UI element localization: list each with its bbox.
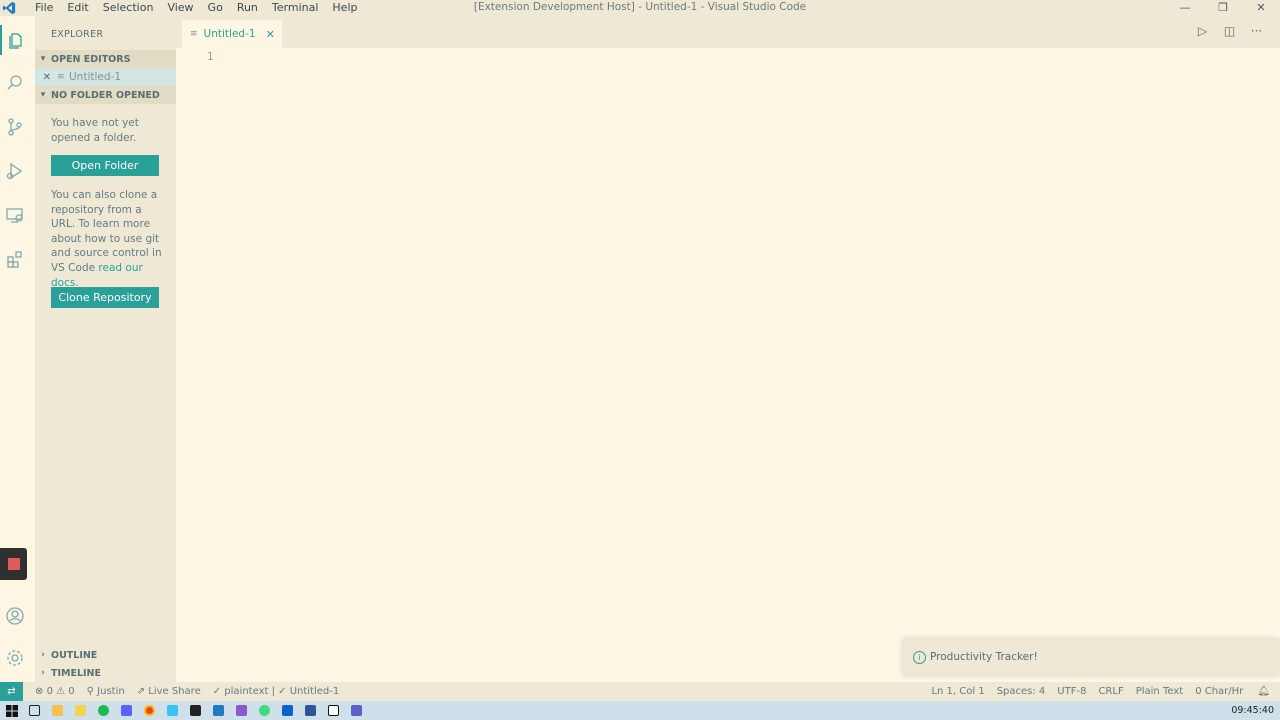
open-editor-filename: Untitled-1	[69, 71, 122, 83]
menu-go[interactable]: Go	[201, 0, 230, 16]
notification-bell-icon[interactable]: 🔔︎	[1257, 686, 1270, 697]
word-icon[interactable]	[299, 701, 322, 720]
run-debug-icon[interactable]	[0, 156, 30, 186]
explorer-sidebar: EXPLORER ▾ OPEN EDITORS ✕ ≡ Untitled-1 ▾…	[35, 16, 176, 682]
title-bar: File Edit Selection View Go Run Terminal…	[0, 0, 1280, 16]
editor-tab-bar: ≡ Untitled-1 ✕ ▷ ◫ ···	[176, 16, 1280, 48]
file-lines-icon: ≡	[190, 29, 198, 39]
chevron-right-icon: ›	[41, 650, 45, 660]
warning-count: 0	[68, 686, 75, 697]
run-icon[interactable]: ▷	[1189, 24, 1216, 38]
minimize-button[interactable]: —	[1166, 0, 1204, 16]
end-of-line[interactable]: CRLF	[1098, 686, 1123, 697]
visual-studio-icon[interactable]	[230, 701, 253, 720]
teams-icon[interactable]	[345, 701, 368, 720]
remote-indicator-icon[interactable]: ⇄	[0, 682, 23, 701]
chevron-down-icon: ▾	[40, 90, 46, 100]
cursor-position[interactable]: Ln 1, Col 1	[931, 686, 984, 697]
extensions-icon[interactable]	[0, 244, 30, 274]
clone-message: You can also clone a repository from a U…	[51, 188, 169, 290]
language-mode[interactable]: Plain Text	[1136, 686, 1183, 697]
vscode-logo-icon	[0, 0, 18, 16]
windows-start-icon[interactable]	[0, 701, 23, 720]
chevron-right-icon: ›	[41, 668, 45, 678]
close-window-button[interactable]: ✕	[1242, 0, 1280, 16]
taskbar-clock[interactable]: 09:45:40	[1231, 701, 1274, 720]
status-bar: ⇄ ⊗ 0 ⚠ 0 ⚲ Justin ⇗ Live Share ✓ plaint…	[0, 682, 1280, 701]
more-actions-icon[interactable]: ···	[1243, 24, 1270, 38]
open-editor-item[interactable]: ✕ ≡ Untitled-1	[35, 68, 176, 86]
source-control-icon[interactable]	[0, 112, 30, 142]
live-share-button[interactable]: ⇗ Live Share	[137, 686, 201, 697]
task-view-icon[interactable]	[23, 701, 46, 720]
sticky-notes-icon[interactable]	[69, 701, 92, 720]
live-share-label: Live Share	[148, 686, 201, 697]
chevron-down-icon: ▾	[40, 54, 46, 64]
discord-icon[interactable]	[115, 701, 138, 720]
menu-selection[interactable]: Selection	[96, 0, 161, 16]
notion-icon[interactable]	[322, 701, 345, 720]
file-lines-icon: ≡	[57, 72, 65, 82]
file-explorer-icon[interactable]	[46, 701, 69, 720]
line-number: 1	[207, 51, 214, 63]
explorer-icon[interactable]	[0, 25, 30, 55]
account-icon[interactable]	[0, 601, 30, 631]
menu-run[interactable]: Run	[230, 0, 265, 16]
timeline-section-header[interactable]: › TIMELINE	[35, 664, 176, 682]
sidebar-title: EXPLORER	[51, 29, 104, 40]
open-editors-label: OPEN EDITORS	[51, 53, 131, 65]
encoding[interactable]: UTF-8	[1057, 686, 1086, 697]
problems-indicator[interactable]: ⊗ 0 ⚠ 0	[35, 686, 75, 697]
open-editors-section-header[interactable]: ▾ OPEN EDITORS	[35, 50, 176, 68]
timeline-label: TIMELINE	[51, 667, 101, 679]
clone-repository-button[interactable]: Clone Repository	[51, 287, 159, 308]
tab-label: Untitled-1	[203, 28, 256, 40]
outline-label: OUTLINE	[51, 649, 98, 661]
windows-taskbar: 09:45:40	[0, 701, 1280, 720]
notification-message: Productivity Tracker!	[930, 651, 1038, 663]
menu-bar: File Edit Selection View Go Run Terminal…	[28, 0, 364, 16]
tab-close-icon[interactable]: ✕	[266, 28, 275, 41]
terminal-icon[interactable]	[184, 701, 207, 720]
no-folder-label: NO FOLDER OPENED	[51, 89, 160, 101]
no-folder-section-header[interactable]: ▾ NO FOLDER OPENED	[35, 86, 176, 104]
split-editor-icon[interactable]: ◫	[1216, 24, 1243, 38]
slack-icon[interactable]	[161, 701, 184, 720]
outline-section-header[interactable]: › OUTLINE	[35, 646, 176, 664]
menu-file[interactable]: File	[28, 0, 60, 16]
restore-button[interactable]: ❐	[1204, 0, 1242, 16]
editor-area[interactable]: 1	[176, 48, 1280, 682]
settings-gear-icon[interactable]	[0, 643, 30, 673]
git-user[interactable]: ⚲ Justin	[87, 686, 125, 697]
remote-explorer-icon[interactable]	[0, 200, 30, 230]
menu-terminal[interactable]: Terminal	[265, 0, 326, 16]
outlook-icon[interactable]	[276, 701, 299, 720]
language-info[interactable]: ✓ plaintext | ✓ Untitled-1	[213, 686, 339, 697]
error-count: 0	[46, 686, 53, 697]
info-icon: i	[913, 650, 926, 664]
language-info-label: plaintext | ✓ Untitled-1	[224, 686, 340, 697]
spotify-icon[interactable]	[92, 701, 115, 720]
no-folder-message: You have not yet opened a folder.	[51, 117, 139, 144]
git-user-name: Justin	[97, 686, 125, 697]
android-studio-icon[interactable]	[253, 701, 276, 720]
menu-help[interactable]: Help	[325, 0, 364, 16]
char-rate[interactable]: 0 Char/Hr	[1195, 686, 1243, 697]
stop-icon[interactable]	[0, 548, 27, 580]
chrome-icon[interactable]	[138, 701, 161, 720]
search-icon[interactable]	[0, 68, 30, 98]
open-folder-button[interactable]: Open Folder	[51, 155, 159, 176]
vscode-icon[interactable]	[207, 701, 230, 720]
notification-toast[interactable]: i Productivity Tracker!	[903, 639, 1280, 675]
indentation[interactable]: Spaces: 4	[997, 686, 1046, 697]
window-controls: — ❐ ✕	[1166, 0, 1280, 16]
tab-untitled-1[interactable]: ≡ Untitled-1 ✕	[182, 20, 282, 48]
menu-edit[interactable]: Edit	[60, 0, 95, 16]
activity-bar	[0, 16, 35, 682]
close-icon[interactable]: ✕	[35, 72, 57, 83]
editor-actions: ▷ ◫ ···	[1189, 24, 1270, 38]
menu-view[interactable]: View	[160, 0, 200, 16]
